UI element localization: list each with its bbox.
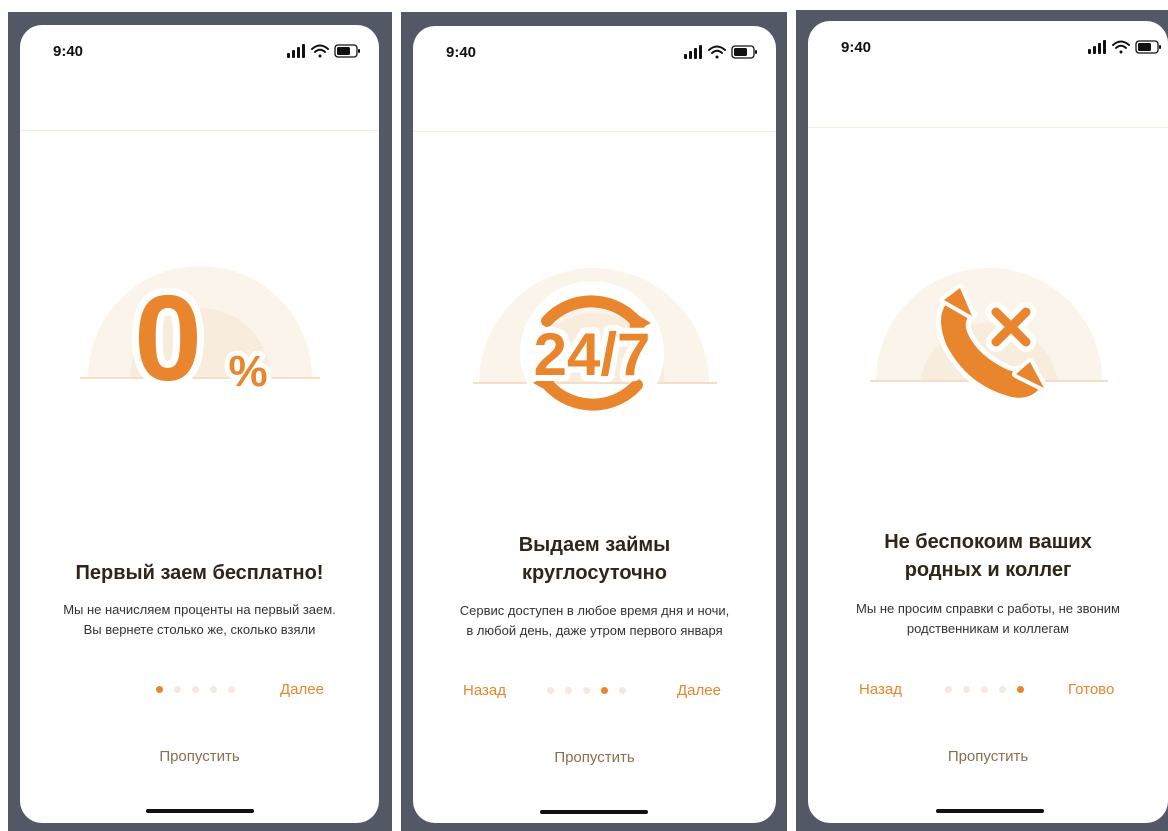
status-icons (1088, 40, 1161, 54)
onboarding-screen-2: 9:40 24/7 24/7 Выдаем займы круглосуточн… (413, 26, 776, 823)
wifi-icon (1112, 40, 1130, 54)
battery-icon (1135, 40, 1161, 54)
slide-title: Не беспокоим ваших родных и коллег (884, 531, 1092, 581)
back-button[interactable]: Назад (463, 682, 506, 699)
skip-button[interactable]: Пропустить (808, 748, 1168, 765)
pagination-dot[interactable] (999, 686, 1006, 693)
status-icons (684, 45, 757, 59)
pagination-dots (547, 687, 626, 694)
status-icons (287, 44, 360, 58)
signal-icon (1088, 40, 1106, 54)
header-divider (808, 127, 1168, 128)
slide-title: Первый заем бесплатно! (75, 562, 324, 584)
back-button[interactable]: Назад (859, 681, 902, 698)
slide-title: Выдаем займы круглосуточно (518, 534, 671, 584)
onboarding-screen-1: 9:40 0 0 % % Первый заем бесплатно! Мы н… (20, 25, 379, 823)
skip-button[interactable]: Пропустить (413, 749, 776, 766)
pagination-dot[interactable] (174, 686, 181, 693)
wifi-icon (708, 45, 726, 59)
pagination-dot[interactable] (601, 687, 608, 694)
next-button[interactable]: Далее (280, 681, 324, 698)
slide-description: Сервис доступен в любое время дня и ночи… (459, 603, 730, 638)
status-bar: 9:40 (20, 25, 379, 85)
onboarding-screen-3: 9:40 Не беспокоим ваших родных и коллег … (808, 21, 1168, 823)
phone-cancel-illustration (870, 268, 1108, 403)
home-indicator (146, 809, 254, 813)
status-bar: 9:40 (808, 21, 1168, 81)
battery-icon (334, 44, 360, 58)
signal-icon (287, 44, 305, 58)
pagination-dot[interactable] (981, 686, 988, 693)
pagination-dot[interactable] (583, 687, 590, 694)
pagination-dots (945, 686, 1024, 693)
done-button[interactable]: Готово (1068, 681, 1114, 698)
pagination-dot[interactable] (192, 686, 199, 693)
home-indicator (936, 809, 1044, 813)
status-time: 9:40 (446, 44, 477, 61)
pagination-dot[interactable] (565, 687, 572, 694)
pagination-dot[interactable] (963, 686, 970, 693)
pagination-dot[interactable] (547, 687, 554, 694)
header-divider (20, 130, 379, 131)
percent-glyph: % (228, 347, 267, 396)
wifi-icon (311, 44, 329, 58)
zero-percent-illustration: 0 0 % % (80, 263, 320, 400)
battery-icon (731, 45, 757, 59)
status-bar: 9:40 (413, 26, 776, 86)
pagination-dot[interactable] (210, 686, 217, 693)
pagination-dot[interactable] (228, 686, 235, 693)
home-indicator (540, 810, 648, 814)
skip-button[interactable]: Пропустить (20, 748, 379, 765)
cross-icon (986, 302, 1036, 352)
pagination-dot[interactable] (619, 687, 626, 694)
slide-description: Мы не просим справки с работы, не звоним… (856, 601, 1120, 636)
pagination-dot[interactable] (1017, 686, 1024, 693)
header-divider (413, 131, 776, 132)
signal-icon (684, 45, 702, 59)
pagination-dot[interactable] (945, 686, 952, 693)
twenty-four-seven-illustration: 24/7 24/7 (473, 268, 717, 421)
zero-glyph: 0 (134, 270, 202, 400)
pagination-dot[interactable] (156, 686, 163, 693)
pagination-dots (156, 686, 235, 693)
status-time: 9:40 (53, 43, 84, 60)
next-button[interactable]: Далее (677, 682, 721, 699)
slide-description: Мы не начисляем проценты на первый заем.… (63, 602, 336, 637)
status-time: 9:40 (841, 39, 872, 56)
twenty-four-seven-glyph: 24/7 (534, 321, 651, 388)
